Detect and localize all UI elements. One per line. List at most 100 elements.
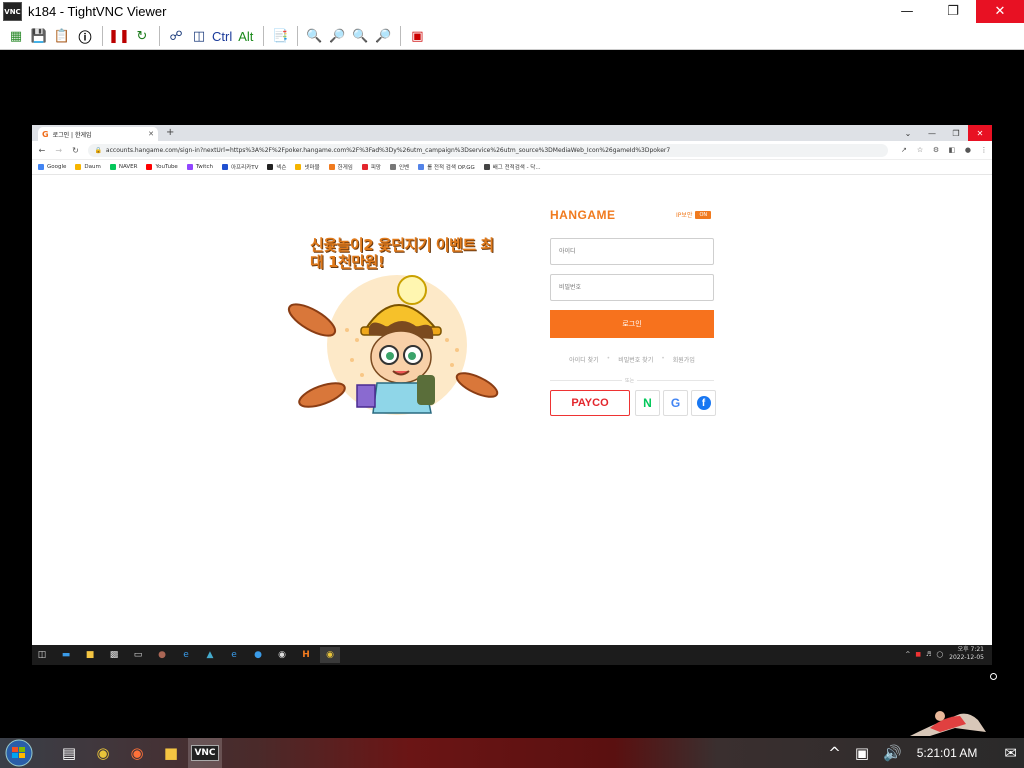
tab-close-icon[interactable]: ✕ (148, 130, 154, 138)
zoom-100-button[interactable]: 🔍 (350, 26, 370, 46)
alt-key-button[interactable]: Alt (238, 29, 253, 44)
promo-banner[interactable]: 신윷놀이2 윷던지기 이벤트 최대 1천만원! (277, 235, 507, 415)
taskbar-app-button[interactable]: e (176, 647, 196, 663)
id-input[interactable] (550, 238, 714, 265)
fullscreen-button[interactable]: ▣ (407, 26, 427, 46)
find-password-link[interactable]: 비밀번호 찾기 (618, 355, 653, 364)
share-icon[interactable]: ↗ (896, 146, 912, 154)
ctrl-alt-del-button[interactable]: ☍ (166, 26, 186, 46)
host-clock[interactable]: 5:21:01 AM (917, 746, 978, 760)
minimize-button[interactable]: — (884, 0, 930, 23)
close-button[interactable]: ✕ (976, 0, 1024, 23)
tightvnc-icon: VNC (191, 745, 219, 761)
host-explorer-button[interactable]: ■ (154, 738, 188, 768)
taskbar-app-button[interactable]: ◉ (272, 647, 292, 663)
bookmark-item[interactable]: NAVER (109, 164, 137, 170)
save-button[interactable]: 💾 (29, 26, 49, 46)
ime-icon[interactable]: ◯ (936, 651, 943, 658)
chevron-up-icon[interactable]: ^ (828, 744, 841, 762)
clipboard-button[interactable]: 📑 (270, 26, 290, 46)
bookmark-item[interactable]: Daum (75, 164, 101, 170)
taskbar-app-button[interactable]: ▲ (200, 647, 220, 663)
chrome-icon: ◉ (326, 650, 334, 660)
chevron-up-icon[interactable]: ^ (905, 651, 910, 658)
password-input[interactable] (550, 274, 714, 301)
bookmark-item[interactable]: 한게임 (328, 163, 353, 171)
bookmark-item[interactable]: 피망 (361, 163, 381, 171)
bookmark-item[interactable]: Twitch (186, 164, 213, 170)
zoom-in-button[interactable]: 🔍 (304, 26, 324, 46)
host-start-button[interactable] (0, 738, 38, 768)
host-tightvnc-button[interactable]: VNC (188, 738, 222, 768)
tray-app-icon[interactable]: ■ (915, 651, 921, 658)
bookmark-star-icon[interactable]: ☆ (912, 146, 928, 154)
task-view-button[interactable]: ▬ (56, 647, 76, 663)
refresh-button[interactable]: ↻ (132, 26, 152, 46)
taskbar-app-button[interactable]: ▭ (128, 647, 148, 663)
steam-icon: ◉ (278, 650, 286, 660)
new-tab-button[interactable]: + (166, 127, 174, 141)
taskbar-chrome-button[interactable]: ◉ (320, 647, 340, 663)
menu-icon[interactable]: ⋮ (976, 146, 992, 154)
remote-clock[interactable]: 오후 7:21 2022-12-05 (949, 646, 984, 662)
start-button[interactable]: ◫ (32, 647, 52, 663)
maximize-button[interactable]: ❐ (930, 0, 976, 23)
ctrl-key-button[interactable]: Ctrl (212, 29, 232, 44)
bookmark-item[interactable]: Google (38, 164, 66, 170)
find-id-link[interactable]: 아이디 찾기 (569, 355, 599, 364)
naver-login-button[interactable]: N (635, 390, 660, 416)
taskbar-app-button[interactable]: ● (248, 647, 268, 663)
payco-login-button[interactable]: PAYCO (550, 390, 630, 416)
bookmark-favicon-icon (361, 164, 368, 170)
reload-button[interactable]: ↻ (69, 146, 83, 155)
side-panel-icon[interactable]: ◧ (944, 146, 960, 154)
tab-search-button[interactable]: ⌄ (896, 125, 920, 141)
info-button[interactable]: ⓘ (75, 26, 95, 46)
url-text: accounts.hangame.com/sign-in?nextUrl=htt… (105, 146, 671, 154)
firefox-icon: ◉ (130, 744, 144, 762)
host-firefox-button[interactable]: ◉ (120, 738, 154, 768)
login-button[interactable]: 로그인 (550, 310, 714, 338)
extensions-icon[interactable]: ⚙ (928, 146, 944, 154)
browser-tab[interactable]: G 로그인 | 한게임 ✕ (38, 127, 158, 141)
cursor-indicator (990, 673, 997, 680)
bookmark-item[interactable]: 넷마블 (295, 163, 320, 171)
remote-desktop[interactable]: G 로그인 | 한게임 ✕ + ⌄ — ❐ ✕ ← → ↻ 🔒 accounts… (32, 125, 992, 665)
ip-security-toggle[interactable]: IP보안 ON (676, 210, 712, 219)
address-bar[interactable]: 🔒 accounts.hangame.com/sign-in?nextUrl=h… (88, 143, 888, 157)
options-button[interactable]: 📋 (52, 26, 72, 46)
facebook-icon: f (696, 396, 711, 410)
network-icon[interactable]: ▣ (855, 744, 869, 762)
bookmark-item[interactable]: YouTube (146, 164, 178, 170)
file-explorer-button[interactable]: ■ (80, 647, 100, 663)
browser-restore-button[interactable]: ❐ (944, 125, 968, 141)
promo-headline: 신윷놀이2 윷던지기 이벤트 최대 1천만원! (310, 236, 494, 271)
sign-up-link[interactable]: 회원가입 (673, 355, 695, 364)
bookmark-item[interactable]: 인벤 (389, 163, 409, 171)
zoom-out-button[interactable]: 🔎 (327, 26, 347, 46)
zoom-fit-button[interactable]: 🔎 (373, 26, 393, 46)
back-button[interactable]: ← (35, 146, 49, 155)
bookmark-item[interactable]: 넥슨 (267, 163, 286, 171)
bookmark-item[interactable]: 아프리카TV (221, 163, 258, 171)
taskbar-app-button[interactable]: H (296, 647, 316, 663)
host-chrome-button[interactable]: ◉ (86, 738, 120, 768)
pause-button[interactable]: ❚❚ (108, 26, 130, 46)
browser-close-button[interactable]: ✕ (968, 125, 992, 141)
start-menu-button[interactable]: ◫ (189, 26, 209, 46)
volume-icon[interactable]: 🔊 (883, 744, 902, 762)
speaker-icon[interactable]: ♬ (926, 651, 931, 658)
browser-minimize-button[interactable]: — (920, 125, 944, 141)
taskbar-app-button[interactable]: ▩ (104, 647, 124, 663)
notifications-icon[interactable]: ✉ (1004, 744, 1017, 762)
taskbar-app-button[interactable]: ● (152, 647, 172, 663)
forward-button[interactable]: → (52, 146, 66, 155)
facebook-login-button[interactable]: f (691, 390, 716, 416)
taskbar-app-button[interactable]: e (224, 647, 244, 663)
bookmark-item[interactable]: 배그 전적검색 - 닥... (483, 163, 541, 171)
profile-icon[interactable]: ● (960, 146, 976, 154)
bookmark-item[interactable]: 롤 전적 검색 OP.GG (418, 163, 475, 171)
host-task-view-button[interactable]: ▤ (52, 738, 86, 768)
google-login-button[interactable]: G (663, 390, 688, 416)
new-connection-button[interactable]: ▦ (6, 26, 26, 46)
